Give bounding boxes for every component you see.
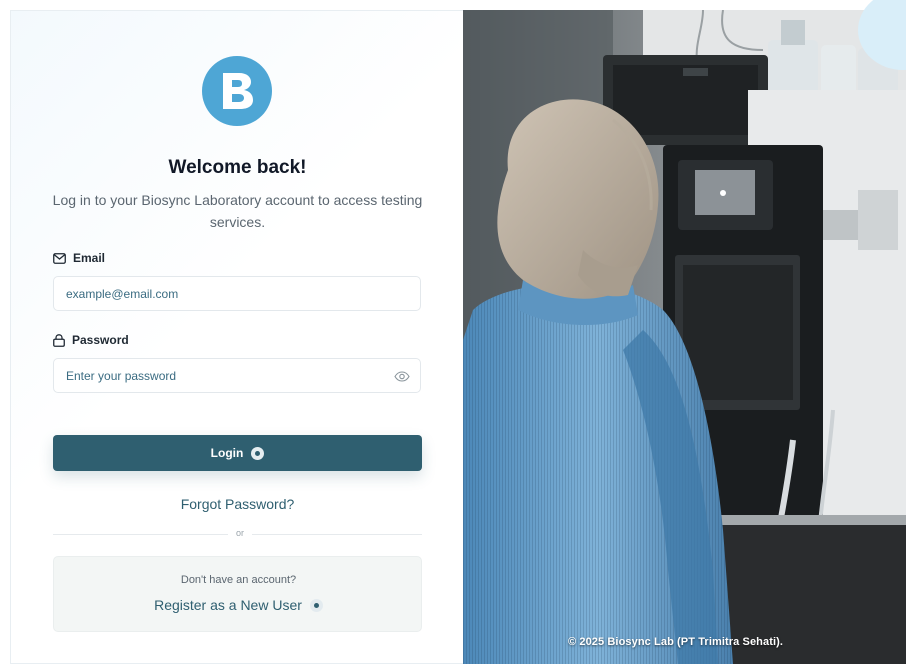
register-question: Don't have an account? — [180, 574, 297, 586]
logo-b-icon — [223, 73, 253, 109]
page-title: Welcome back! — [168, 157, 307, 178]
lab-photo-illustration — [463, 10, 906, 664]
divider-or: or — [235, 528, 244, 538]
register-box: Don't have an account? Register as a New… — [53, 556, 422, 632]
forgot-password-link[interactable]: Forgot Password? — [11, 496, 464, 512]
divider-right — [252, 534, 422, 535]
email-field[interactable] — [53, 276, 421, 311]
login-button-label: Login — [210, 446, 244, 460]
eye-icon — [394, 370, 410, 382]
lock-icon — [53, 333, 65, 347]
mail-icon — [53, 252, 66, 264]
page-subtitle: Log in to your Biosync Laboratory accoun… — [52, 192, 423, 230]
login-panel: Welcome back! Log in to your Biosync Lab… — [10, 10, 463, 664]
password-field[interactable] — [53, 358, 421, 393]
login-page: Welcome back! Log in to your Biosync Lab… — [0, 0, 906, 664]
login-button[interactable]: Login — [53, 435, 422, 471]
password-label: Password — [53, 333, 129, 347]
register-link[interactable]: Register as a New User — [54, 597, 423, 613]
login-button-indicator-icon — [251, 446, 265, 460]
hero-image: © 2025 Biosync Lab (PT Trimitra Sehati). — [463, 10, 906, 664]
register-indicator-icon — [309, 598, 323, 612]
copyright-text: © 2025 Biosync Lab (PT Trimitra Sehati). — [568, 636, 784, 648]
biosync-logo — [202, 56, 272, 126]
register-link-label: Register as a New User — [154, 597, 302, 613]
email-label: Email — [53, 251, 105, 265]
show-password-toggle[interactable] — [393, 368, 411, 384]
email-label-text: Email — [73, 251, 106, 265]
password-label-text: Password — [72, 333, 129, 347]
divider-left — [53, 534, 228, 535]
